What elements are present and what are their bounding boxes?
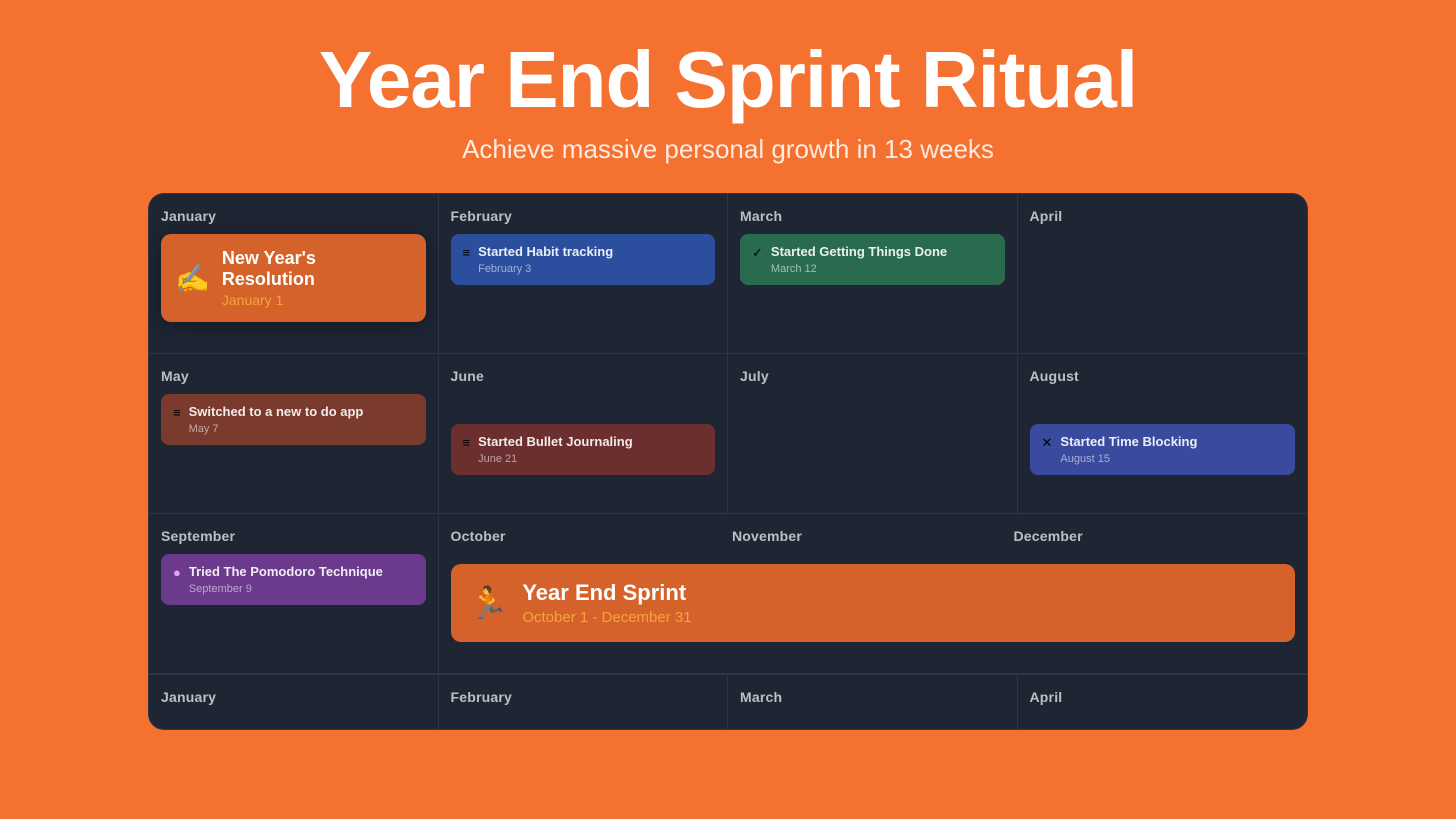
year-end-title: Year End Sprint <box>522 580 691 606</box>
month-label-march: March <box>740 208 1005 224</box>
bottom-label-march: March <box>740 689 1005 705</box>
month-july: July <box>728 354 1018 514</box>
event-date-habit: February 3 <box>478 263 613 275</box>
page-title: Year End Sprint Ritual <box>319 36 1137 124</box>
month-january: January ✍️ New Year's Resolution January… <box>149 194 439 354</box>
event-title-pomodoro: Tried The Pomodoro Technique <box>189 564 383 581</box>
bottom-march: March <box>728 675 1018 729</box>
bottom-label-february: February <box>451 689 716 705</box>
event-icon-time: ✕ <box>1042 435 1053 451</box>
month-february: February ≡ Started Habit tracking Februa… <box>439 194 729 354</box>
event-getting-things-done: ✓ Started Getting Things Done March 12 <box>740 234 1005 285</box>
bottom-april: April <box>1018 675 1308 729</box>
month-june: June ≡ Started Bullet Journaling June 21 <box>439 354 729 514</box>
month-label-august: August <box>1030 368 1296 384</box>
event-time-blocking: ✕ Started Time Blocking August 15 <box>1030 424 1296 475</box>
event-date-time: August 15 <box>1060 453 1197 465</box>
event-title-time: Started Time Blocking <box>1060 434 1197 451</box>
month-label-april: April <box>1030 208 1296 224</box>
event-content-habit: Started Habit tracking February 3 <box>478 244 613 275</box>
calendar-grid: January ✍️ New Year's Resolution January… <box>149 194 1307 674</box>
calendar-wrapper: January ✍️ New Year's Resolution January… <box>148 193 1308 730</box>
event-content-todo: Switched to a new to do app May 7 <box>189 404 364 435</box>
event-icon-pomodoro: ● <box>173 565 181 580</box>
event-date-bullet: June 21 <box>478 453 633 465</box>
month-label-january: January <box>161 208 426 224</box>
month-september: September ● Tried The Pomodoro Technique… <box>149 514 439 674</box>
bottom-row: January February March April <box>149 674 1307 729</box>
event-text: New Year's Resolution January 1 <box>222 248 412 308</box>
page-header: Year End Sprint Ritual Achieve massive p… <box>319 0 1137 193</box>
event-title-gtd: Started Getting Things Done <box>771 244 947 261</box>
month-april: April <box>1018 194 1308 354</box>
year-end-content: Year End Sprint October 1 - December 31 <box>522 580 691 626</box>
month-october-december: October November December 🏃 Year End Spr… <box>439 514 1308 674</box>
month-may: May ≡ Switched to a new to do app May 7 <box>149 354 439 514</box>
bottom-label-april: April <box>1030 689 1296 705</box>
event-date-todo: May 7 <box>189 423 364 435</box>
bottom-january: January <box>149 675 439 729</box>
event-date-gtd: March 12 <box>771 263 947 275</box>
event-year-end-sprint: 🏃 Year End Sprint October 1 - December 3… <box>451 564 1296 642</box>
year-end-emoji: 🏃 <box>469 584 509 622</box>
event-bullet-journal: ≡ Started Bullet Journaling June 21 <box>451 424 716 475</box>
event-icon-gtd: ✓ <box>752 245 763 261</box>
event-title: New Year's Resolution <box>222 248 412 290</box>
event-icon-todo: ≡ <box>173 405 181 420</box>
event-date-pomodoro: September 9 <box>189 583 383 595</box>
event-todo-app: ≡ Switched to a new to do app May 7 <box>161 394 426 445</box>
event-new-years-resolution: ✍️ New Year's Resolution January 1 <box>161 234 426 322</box>
event-title-bullet: Started Bullet Journaling <box>478 434 633 451</box>
event-pomodoro: ● Tried The Pomodoro Technique September… <box>161 554 426 605</box>
event-content-pomodoro: Tried The Pomodoro Technique September 9 <box>189 564 383 595</box>
event-icon-habit: ≡ <box>463 245 471 260</box>
month-august: August ✕ Started Time Blocking August 15 <box>1018 354 1308 514</box>
event-content-bullet: Started Bullet Journaling June 21 <box>478 434 633 465</box>
page-subtitle: Achieve massive personal growth in 13 we… <box>319 134 1137 165</box>
year-end-date-range: October 1 - December 31 <box>522 609 691 626</box>
bottom-label-january: January <box>161 689 426 705</box>
month-label-september: September <box>161 528 426 544</box>
month-label-july: July <box>740 368 1005 384</box>
event-title-habit: Started Habit tracking <box>478 244 613 261</box>
event-title-todo: Switched to a new to do app <box>189 404 364 421</box>
bottom-february: February <box>439 675 729 729</box>
month-label-june: June <box>451 368 716 384</box>
month-label-october: October <box>451 528 733 544</box>
event-date: January 1 <box>222 292 412 308</box>
month-label-february: February <box>451 208 716 224</box>
month-label-may: May <box>161 368 426 384</box>
month-label-december: December <box>1014 528 1296 544</box>
event-habit-tracking: ≡ Started Habit tracking February 3 <box>451 234 716 285</box>
event-content-time: Started Time Blocking August 15 <box>1060 434 1197 465</box>
month-label-november: November <box>732 528 1014 544</box>
event-content-gtd: Started Getting Things Done March 12 <box>771 244 947 275</box>
event-icon-bullet: ≡ <box>463 435 471 450</box>
event-emoji: ✍️ <box>175 262 210 295</box>
month-march: March ✓ Started Getting Things Done Marc… <box>728 194 1018 354</box>
